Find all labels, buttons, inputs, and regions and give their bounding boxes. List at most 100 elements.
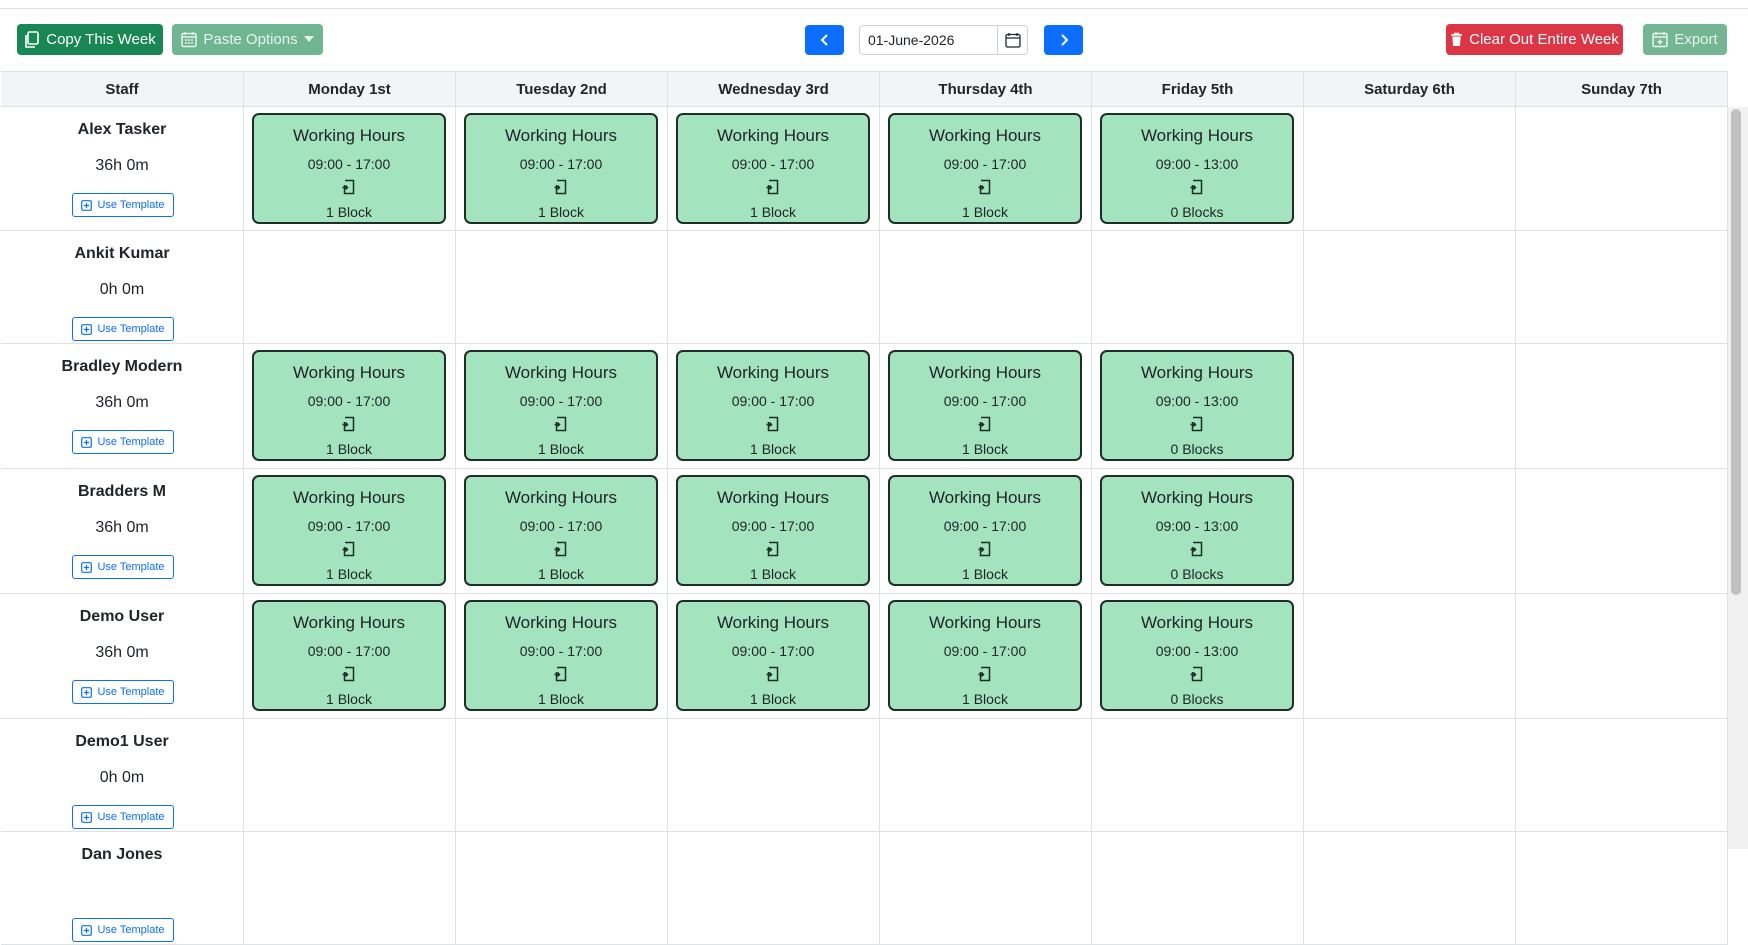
day-cell[interactable] bbox=[1092, 231, 1304, 343]
staff-cell: Bradders M 36h 0m Use Template bbox=[1, 469, 244, 593]
shift-card[interactable]: Working Hours 09:00 - 17:00 1 Block bbox=[252, 113, 446, 224]
day-cell[interactable] bbox=[1304, 231, 1516, 343]
use-template-button[interactable]: Use Template bbox=[72, 555, 174, 579]
day-cell[interactable] bbox=[668, 231, 880, 343]
shift-title: Working Hours bbox=[504, 363, 618, 382]
shift-card[interactable]: Working Hours 09:00 - 17:00 1 Block bbox=[888, 600, 1082, 711]
use-template-button[interactable]: Use Template bbox=[72, 430, 174, 454]
day-cell[interactable]: Working Hours 09:00 - 17:00 1 Block bbox=[668, 107, 880, 230]
shift-card[interactable]: Working Hours 09:00 - 17:00 1 Block bbox=[252, 600, 446, 711]
shift-card[interactable]: Working Hours 09:00 - 17:00 1 Block bbox=[888, 350, 1082, 461]
date-picker-button[interactable] bbox=[997, 25, 1028, 55]
staff-hours: 36h 0m bbox=[95, 644, 149, 661]
next-week-button[interactable] bbox=[1044, 25, 1083, 55]
shift-card[interactable]: Working Hours 09:00 - 17:00 1 Block bbox=[888, 113, 1082, 224]
shift-card[interactable]: Working Hours 09:00 - 17:00 1 Block bbox=[464, 113, 658, 224]
day-cell[interactable]: Working Hours 09:00 - 17:00 1 Block bbox=[456, 469, 668, 593]
shift-blocks: 0 Blocks bbox=[1170, 441, 1224, 457]
document-login-icon bbox=[553, 179, 569, 195]
day-cell[interactable]: Working Hours 09:00 - 13:00 0 Blocks bbox=[1092, 594, 1304, 718]
day-cell[interactable] bbox=[456, 719, 668, 831]
shift-card[interactable]: Working Hours 09:00 - 17:00 1 Block bbox=[676, 113, 870, 224]
staff-name: Bradley Modern bbox=[61, 358, 183, 375]
use-template-button[interactable]: Use Template bbox=[72, 918, 174, 942]
day-cell[interactable]: Working Hours 09:00 - 17:00 1 Block bbox=[880, 107, 1092, 230]
day-cell[interactable]: Working Hours 09:00 - 13:00 0 Blocks bbox=[1092, 107, 1304, 230]
shift-card[interactable]: Working Hours 09:00 - 17:00 1 Block bbox=[252, 475, 446, 586]
day-cell[interactable] bbox=[244, 231, 456, 343]
shift-card[interactable]: Working Hours 09:00 - 17:00 1 Block bbox=[464, 350, 658, 461]
day-cell[interactable]: Working Hours 09:00 - 17:00 1 Block bbox=[668, 594, 880, 718]
chevron-left-icon bbox=[820, 34, 828, 46]
use-template-button[interactable]: Use Template bbox=[72, 680, 174, 704]
shift-card[interactable]: Working Hours 09:00 - 17:00 1 Block bbox=[464, 600, 658, 711]
staff-name: Ankit Kumar bbox=[74, 245, 170, 262]
use-template-button[interactable]: Use Template bbox=[72, 193, 174, 217]
plus-square-icon bbox=[81, 924, 93, 936]
shift-blocks: 1 Block bbox=[538, 204, 584, 220]
use-template-button[interactable]: Use Template bbox=[72, 317, 174, 341]
day-cell[interactable] bbox=[1516, 719, 1728, 831]
day-cell[interactable]: Working Hours 09:00 - 17:00 1 Block bbox=[880, 344, 1092, 468]
day-cell[interactable] bbox=[880, 719, 1092, 831]
export-button[interactable]: Export bbox=[1643, 24, 1727, 55]
shift-title: Working Hours bbox=[1140, 363, 1254, 382]
shift-card[interactable]: Working Hours 09:00 - 13:00 0 Blocks bbox=[1100, 350, 1294, 461]
day-cell[interactable] bbox=[1304, 719, 1516, 831]
day-cell[interactable]: Working Hours 09:00 - 13:00 0 Blocks bbox=[1092, 344, 1304, 468]
day-cell[interactable] bbox=[668, 719, 880, 831]
day-cell[interactable]: Working Hours 09:00 - 17:00 1 Block bbox=[244, 344, 456, 468]
week-date-input[interactable]: 01-June-2026 bbox=[859, 25, 998, 55]
day-cell[interactable] bbox=[1516, 107, 1728, 230]
use-template-label: Use Template bbox=[97, 561, 165, 573]
shift-card[interactable]: Working Hours 09:00 - 17:00 1 Block bbox=[676, 600, 870, 711]
day-cell[interactable] bbox=[1304, 469, 1516, 593]
day-cell[interactable] bbox=[1304, 344, 1516, 468]
scrollbar-thumb[interactable] bbox=[1731, 109, 1741, 595]
day-cell[interactable] bbox=[1304, 107, 1516, 230]
document-login-icon bbox=[765, 416, 781, 432]
shift-title: Working Hours bbox=[716, 363, 830, 382]
clear-week-button[interactable]: Clear Out Entire Week bbox=[1446, 24, 1623, 55]
document-login-icon bbox=[765, 666, 781, 682]
day-cell[interactable]: Working Hours 09:00 - 17:00 1 Block bbox=[244, 594, 456, 718]
staff-hours: 36h 0m bbox=[95, 519, 149, 536]
shift-time: 09:00 - 17:00 bbox=[731, 518, 815, 534]
day-cell[interactable] bbox=[1516, 469, 1728, 593]
paste-options-button[interactable]: Paste Options bbox=[172, 24, 323, 55]
copy-week-button[interactable]: Copy This Week bbox=[17, 24, 163, 55]
shift-time: 09:00 - 17:00 bbox=[943, 643, 1027, 659]
shift-card[interactable]: Working Hours 09:00 - 13:00 0 Blocks bbox=[1100, 113, 1294, 224]
day-cell[interactable]: Working Hours 09:00 - 17:00 1 Block bbox=[880, 594, 1092, 718]
day-cell[interactable]: Working Hours 09:00 - 17:00 1 Block bbox=[456, 594, 668, 718]
day-cell[interactable] bbox=[1516, 231, 1728, 343]
day-cell[interactable] bbox=[1304, 594, 1516, 718]
shift-card[interactable]: Working Hours 09:00 - 17:00 1 Block bbox=[464, 475, 658, 586]
shift-card[interactable]: Working Hours 09:00 - 13:00 0 Blocks bbox=[1100, 600, 1294, 711]
day-cell[interactable] bbox=[880, 231, 1092, 343]
shift-card[interactable]: Working Hours 09:00 - 17:00 1 Block bbox=[676, 350, 870, 461]
shift-card[interactable]: Working Hours 09:00 - 17:00 1 Block bbox=[252, 350, 446, 461]
day-cell[interactable]: Working Hours 09:00 - 17:00 1 Block bbox=[244, 469, 456, 593]
day-cell[interactable]: Working Hours 09:00 - 17:00 1 Block bbox=[668, 344, 880, 468]
day-cell[interactable] bbox=[1092, 719, 1304, 831]
shift-blocks: 1 Block bbox=[326, 691, 372, 707]
day-cell[interactable]: Working Hours 09:00 - 17:00 1 Block bbox=[880, 469, 1092, 593]
shift-card[interactable]: Working Hours 09:00 - 17:00 1 Block bbox=[676, 475, 870, 586]
shift-card[interactable]: Working Hours 09:00 - 17:00 1 Block bbox=[888, 475, 1082, 586]
day-cell[interactable]: Working Hours 09:00 - 17:00 1 Block bbox=[668, 469, 880, 593]
shift-time: 09:00 - 17:00 bbox=[731, 643, 815, 659]
use-template-button[interactable]: Use Template bbox=[72, 805, 174, 829]
day-cell[interactable]: Working Hours 09:00 - 17:00 1 Block bbox=[456, 107, 668, 230]
calendar-plus-icon bbox=[1652, 32, 1669, 48]
day-cell[interactable] bbox=[244, 719, 456, 831]
day-cell[interactable] bbox=[1516, 344, 1728, 468]
day-cell[interactable] bbox=[456, 231, 668, 343]
trash-icon bbox=[1451, 32, 1463, 46]
day-cell[interactable]: Working Hours 09:00 - 17:00 1 Block bbox=[244, 107, 456, 230]
day-cell[interactable]: Working Hours 09:00 - 17:00 1 Block bbox=[456, 344, 668, 468]
previous-week-button[interactable] bbox=[805, 25, 844, 55]
day-cell[interactable] bbox=[1516, 594, 1728, 718]
shift-card[interactable]: Working Hours 09:00 - 13:00 0 Blocks bbox=[1100, 475, 1294, 586]
day-cell[interactable]: Working Hours 09:00 - 13:00 0 Blocks bbox=[1092, 469, 1304, 593]
